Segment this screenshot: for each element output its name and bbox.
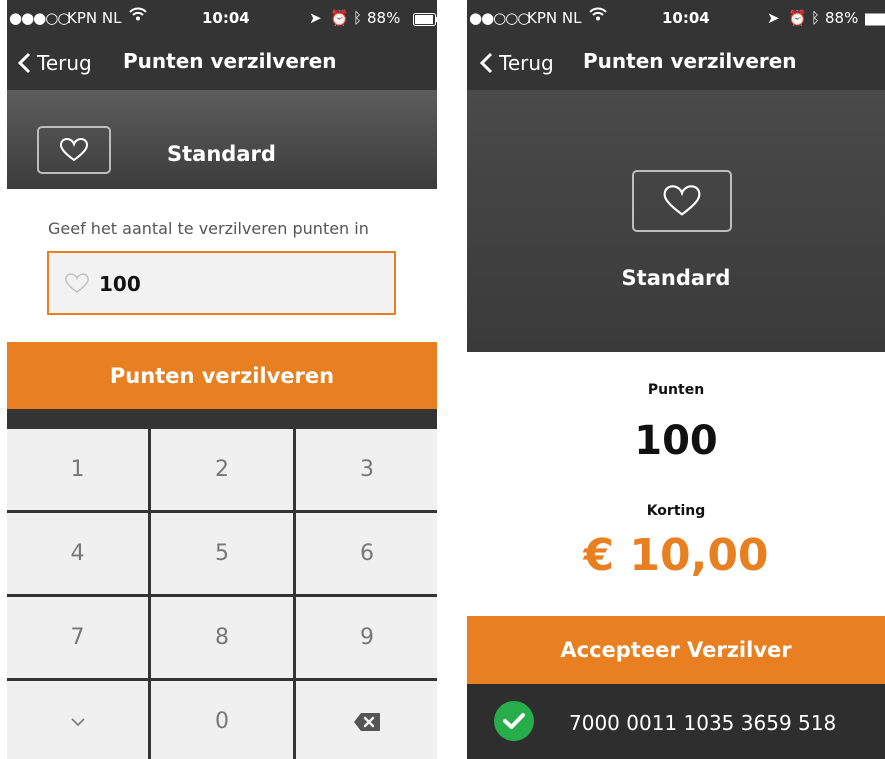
backspace-icon: [354, 712, 380, 731]
keypad-key-label: 8: [215, 625, 229, 650]
keypad-key-label: 5: [215, 541, 229, 566]
bluetooth-icon: ᛒ: [811, 9, 821, 27]
keypad-key-label: 9: [360, 625, 374, 650]
heart-icon: [65, 273, 89, 293]
loyalty-card-box: [632, 170, 732, 232]
keypad-collapse-button[interactable]: [7, 681, 148, 759]
keypad-key[interactable]: 9: [296, 597, 437, 678]
redeem-input-screen: ●●●○○ KPN NL 10:04 ➤ ⏰ ᛒ 88% Terug Punte…: [7, 0, 437, 759]
page-title: Punten verzilveren: [583, 49, 797, 73]
points-input-value: 100: [99, 272, 141, 296]
keypad-key-label: 6: [360, 541, 374, 566]
keypad: 1 2 3 4 5 6 7 8 9 0: [7, 409, 437, 759]
battery-percentage: 88%: [825, 9, 859, 27]
keypad-key[interactable]: 5: [151, 513, 293, 594]
chevron-left-icon: [479, 52, 493, 74]
alarm-icon: ⏰: [788, 9, 807, 27]
keypad-key[interactable]: 0: [151, 681, 293, 759]
status-bar: ●●●○○ KPN NL 10:04 ➤ ⏰ ᛒ 88%: [7, 0, 437, 36]
loyalty-card-box: [37, 126, 111, 174]
checkmark-icon: [494, 701, 534, 741]
keypad-key[interactable]: 3: [296, 429, 437, 510]
alarm-icon: ⏰: [330, 9, 349, 27]
carrier-name: KPN NL: [527, 9, 582, 27]
back-button[interactable]: Terug: [479, 36, 554, 90]
card-header: Standard: [467, 90, 885, 352]
discount-value: € 10,00: [583, 530, 769, 581]
redeem-points-button[interactable]: Punten verzilveren: [7, 342, 437, 409]
points-label: Punten: [647, 382, 705, 398]
keypad-key[interactable]: 4: [7, 513, 148, 594]
card-name: Standard: [167, 142, 276, 166]
navigation-bar: Terug Punten verzilveren: [467, 36, 885, 90]
chevron-down-icon: [70, 717, 85, 726]
points-input[interactable]: 100: [47, 251, 396, 315]
heart-icon: [60, 138, 88, 162]
redeem-confirm-screen: ●●○○○ KPN NL 10:04 ➤ ⏰ ᛒ 88% Terug Punte…: [467, 0, 885, 759]
card-number-bar: 7000 0011 1035 3659 518: [467, 684, 885, 759]
battery-percentage: 88%: [367, 9, 401, 27]
status-bar: ●●○○○ KPN NL 10:04 ➤ ⏰ ᛒ 88%: [467, 0, 885, 36]
back-button[interactable]: Terug: [17, 36, 92, 90]
battery-icon: [865, 12, 885, 30]
keypad-key[interactable]: 6: [296, 513, 437, 594]
keypad-key-label: 7: [70, 625, 85, 650]
back-label: Terug: [37, 51, 92, 75]
wifi-icon: [129, 6, 147, 26]
points-prompt: Geef het aantal te verzilveren punten in: [48, 219, 369, 238]
battery-icon: [413, 12, 437, 30]
keypad-key-label: 2: [215, 457, 229, 482]
card-name: Standard: [621, 266, 731, 290]
clock-time: 10:04: [662, 9, 710, 27]
keypad-key-label: 4: [70, 541, 85, 566]
location-arrow-icon: ➤: [309, 9, 322, 27]
signal-strength-icon: ●●●○○: [9, 9, 70, 27]
keypad-key[interactable]: 7: [7, 597, 148, 678]
keypad-key[interactable]: 8: [151, 597, 293, 678]
chevron-left-icon: [17, 52, 31, 74]
carrier-name: KPN NL: [67, 9, 122, 27]
keypad-key[interactable]: 2: [151, 429, 293, 510]
back-label: Terug: [499, 51, 554, 75]
navigation-bar: Terug Punten verzilveren: [7, 36, 437, 90]
page-title: Punten verzilveren: [123, 49, 337, 73]
keypad-key[interactable]: 1: [7, 429, 148, 510]
keypad-key-label: 3: [360, 457, 374, 482]
keypad-key-label: 1: [70, 457, 85, 482]
card-number: 7000 0011 1035 3659 518: [569, 711, 837, 735]
location-arrow-icon: ➤: [767, 9, 780, 27]
card-header: Standard: [7, 90, 437, 189]
accept-redeem-button[interactable]: Accepteer Verzilver: [467, 616, 885, 684]
clock-time: 10:04: [202, 9, 250, 27]
keypad-key-label: 0: [215, 709, 229, 734]
discount-label: Korting: [646, 503, 706, 519]
signal-strength-icon: ●●○○○: [469, 9, 530, 27]
heart-icon: [663, 185, 701, 216]
points-value: 100: [634, 418, 718, 464]
bluetooth-icon: ᛒ: [353, 9, 363, 27]
keypad-backspace-button[interactable]: [296, 681, 437, 759]
wifi-icon: [589, 6, 607, 26]
